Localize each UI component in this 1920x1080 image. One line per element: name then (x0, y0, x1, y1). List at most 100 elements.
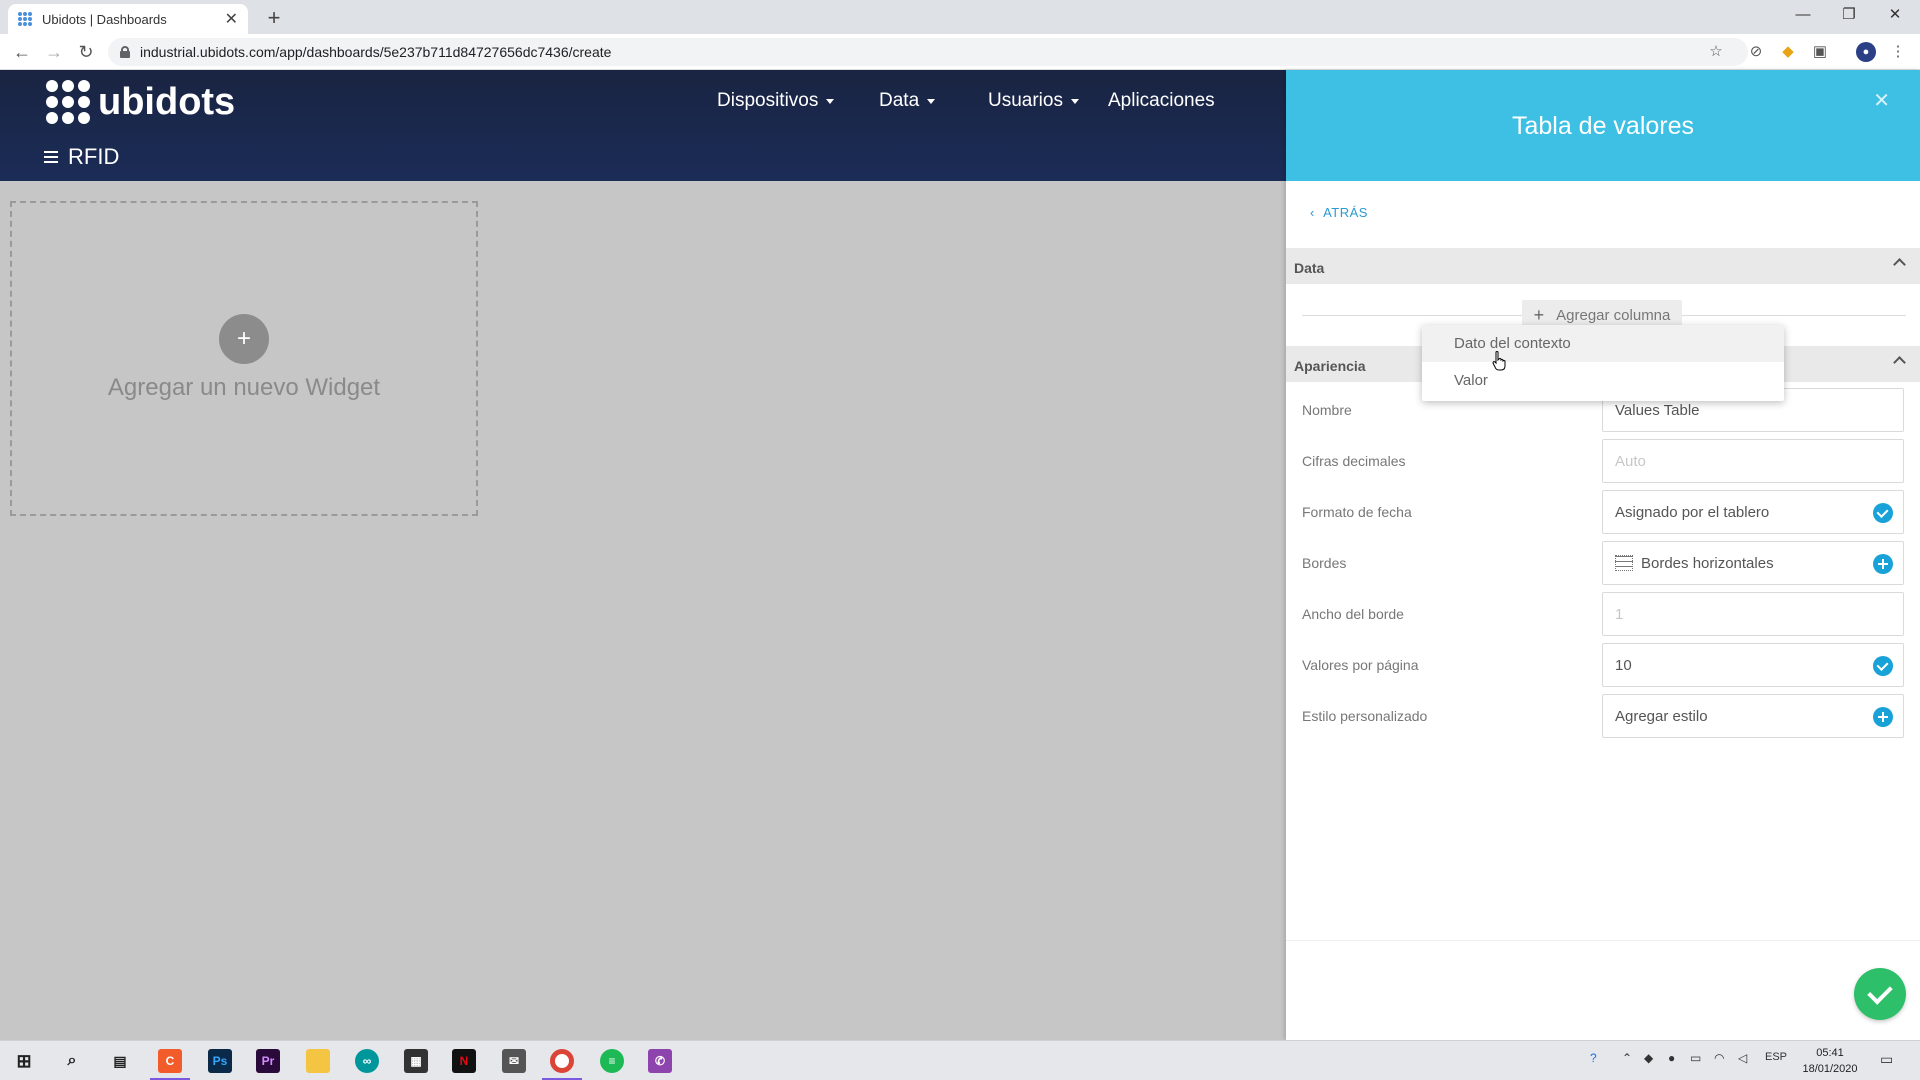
decimals-input[interactable]: Auto (1602, 439, 1904, 483)
store-icon[interactable]: ▦ (404, 1049, 428, 1073)
section-title: Apariencia (1294, 358, 1366, 374)
plus-circle-icon[interactable] (1873, 554, 1893, 574)
ubidots-logo[interactable]: ubidots (46, 80, 235, 124)
add-widget-placeholder[interactable]: + Agregar un nuevo Widget (10, 201, 478, 516)
custom-style-label: Estilo personalizado (1302, 708, 1428, 724)
chevron-up-tray-icon[interactable]: ⌃ (1622, 1051, 1632, 1065)
date-format-label: Formato de fecha (1302, 504, 1412, 520)
netflix-icon[interactable]: N (452, 1049, 476, 1073)
clock-date: 18/01/2020 (1802, 1063, 1858, 1075)
window-close-icon[interactable]: ✕ (1872, 0, 1918, 30)
panel-close-icon[interactable]: ✕ (1873, 88, 1890, 113)
profile-avatar-icon[interactable]: ● (1856, 42, 1876, 62)
url-text: industrial.ubidots.com/app/dashboards/5e… (140, 44, 612, 60)
date-format-select[interactable]: Asignado por el tablero (1602, 490, 1904, 534)
lock-icon (120, 46, 130, 58)
ubidots-favicon-icon (18, 12, 32, 26)
browser-tab[interactable]: Ubidots | Dashboards ✕ (8, 4, 248, 34)
decimals-placeholder: Auto (1615, 452, 1646, 470)
nav-label: Usuarios (988, 90, 1063, 111)
whatsapp-icon[interactable]: ✆ (648, 1049, 672, 1073)
clock-time: 05:41 (1816, 1047, 1844, 1059)
plus-circle-icon[interactable] (1873, 707, 1893, 727)
nav-label: Data (879, 90, 920, 111)
block-extension-icon[interactable]: ⊘ (1746, 42, 1766, 62)
add-column-dropdown: Dato del contexto Valor (1422, 325, 1784, 401)
back-link[interactable]: ‹ ATRÁS (1310, 205, 1368, 220)
task-view-icon[interactable]: ▤ (108, 1049, 132, 1073)
battery-tray-icon[interactable]: ▭ (1690, 1051, 1701, 1065)
brand-name: ubidots (98, 80, 236, 123)
notifications-icon[interactable]: ▭ (1880, 1051, 1893, 1068)
help-tray-icon[interactable]: ? (1590, 1051, 1597, 1065)
dropdown-item-context[interactable]: Dato del contexto (1422, 325, 1784, 362)
widget-config-panel: Tabla de valores ✕ ‹ ATRÁS Data + Agrega… (1286, 70, 1920, 1040)
dropdown-item-value[interactable]: Valor (1422, 362, 1784, 399)
plus-icon: + (1533, 304, 1545, 325)
minimize-icon[interactable]: — (1780, 0, 1826, 30)
bookmark-star-icon[interactable]: ☆ (1706, 42, 1726, 62)
dashboard-selector[interactable]: RFID (44, 144, 119, 170)
panel-title: Tabla de valores (1511, 112, 1695, 140)
per-page-select[interactable]: 10 (1602, 643, 1904, 687)
borders-label: Bordes (1302, 555, 1347, 571)
border-width-placeholder: 1 (1615, 605, 1624, 623)
name-value: Values Table (1615, 401, 1700, 419)
tab-title: Ubidots | Dashboards (42, 11, 167, 27)
borders-select[interactable]: Bordes horizontales (1602, 541, 1904, 585)
browser-menu-icon[interactable]: ⋮ (1888, 42, 1908, 62)
borders-value: Bordes horizontales (1641, 554, 1774, 572)
dropbox-tray-icon[interactable]: ◆ (1644, 1051, 1653, 1065)
nav-data[interactable]: Data (879, 90, 936, 112)
address-bar[interactable]: industrial.ubidots.com/app/dashboards/5e… (108, 38, 1748, 66)
app-header: ubidots Dispositivos Data Usuarios Aplic… (0, 70, 1286, 181)
nav-usuarios[interactable]: Usuarios (988, 90, 1079, 112)
mail-icon[interactable]: ✉ (502, 1049, 526, 1073)
caret-down-icon (927, 98, 936, 104)
nav-label: Dispositivos (717, 90, 819, 111)
arduino-icon[interactable]: ∞ (355, 1049, 379, 1073)
caret-down-icon (1070, 98, 1079, 104)
panel-header: Tabla de valores ✕ (1286, 70, 1920, 181)
section-title: Data (1294, 260, 1325, 276)
reload-icon[interactable]: ↻ (74, 40, 98, 64)
date-format-value: Asignado por el tablero (1615, 503, 1770, 521)
back-label: ATRÁS (1323, 205, 1368, 220)
new-tab-icon[interactable]: + (260, 4, 288, 32)
save-widget-button[interactable] (1854, 968, 1906, 1020)
mic-tray-icon[interactable]: ● (1668, 1051, 1675, 1065)
add-widget-plus-icon[interactable]: + (219, 314, 269, 364)
chevron-up-icon (1893, 258, 1906, 271)
horizontal-borders-icon (1615, 555, 1633, 571)
cast-extension-icon[interactable]: ▣ (1810, 42, 1830, 62)
decimals-label: Cifras decimales (1302, 453, 1406, 469)
extension-icon[interactable]: ◆ (1778, 42, 1798, 62)
wifi-tray-icon[interactable]: ◠ (1714, 1051, 1724, 1065)
search-icon[interactable]: ⌕ (60, 1049, 84, 1073)
tab-close-icon[interactable]: ✕ (225, 9, 238, 29)
clock[interactable]: 05:41 18/01/2020 (1800, 1045, 1860, 1077)
windows-start-icon[interactable]: ⊞ (12, 1049, 36, 1073)
spotify-icon[interactable]: ≡ (600, 1049, 624, 1073)
restore-icon[interactable]: ❐ (1826, 0, 1872, 30)
border-width-input[interactable]: 1 (1602, 592, 1904, 636)
nav-label: Aplicaciones (1108, 90, 1215, 111)
app-c-icon[interactable]: C (158, 1049, 182, 1073)
os-taskbar: ⊞ ⌕ ▤ C Ps Pr ∞ ▦ N ✉ ≡ ✆ ? ⌃ ◆ ● ▭ ◠ ◁ … (0, 1040, 1920, 1080)
back-arrow-icon[interactable]: ← (10, 40, 34, 64)
check-icon (1873, 503, 1893, 523)
volume-tray-icon[interactable]: ◁ (1738, 1051, 1747, 1065)
forward-arrow-icon[interactable]: → (42, 40, 66, 64)
custom-style-select[interactable]: Agregar estilo (1602, 694, 1904, 738)
custom-style-value: Agregar estilo (1615, 707, 1708, 725)
chrome-icon[interactable] (550, 1049, 574, 1073)
dashboard-name: RFID (68, 144, 120, 169)
photoshop-icon[interactable]: Ps (208, 1049, 232, 1073)
caret-down-icon (826, 98, 835, 104)
nav-aplicaciones[interactable]: Aplicaciones (1108, 90, 1215, 112)
data-section-header[interactable]: Data (1286, 248, 1920, 284)
premiere-icon[interactable]: Pr (256, 1049, 280, 1073)
file-explorer-icon[interactable] (306, 1049, 330, 1073)
language-indicator[interactable]: ESP (1765, 1051, 1787, 1063)
nav-dispositivos[interactable]: Dispositivos (717, 90, 835, 112)
